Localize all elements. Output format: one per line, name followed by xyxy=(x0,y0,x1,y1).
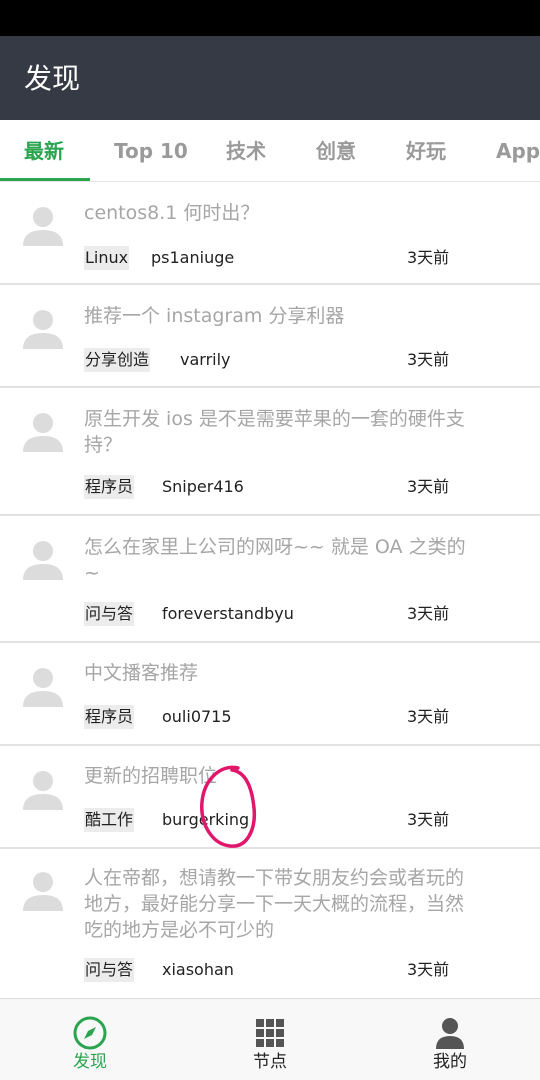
topic-title[interactable]: 推荐一个 instagram 分享利器 xyxy=(84,303,474,329)
topic-meta: 程序员 Sniper416 xyxy=(84,475,384,499)
topic-title[interactable]: 中文播客推荐 xyxy=(84,660,474,686)
tab-fun[interactable]: 好玩 xyxy=(406,120,446,181)
topic-meta: 程序员 ouli0715 xyxy=(84,705,384,729)
node-tag[interactable]: 分享创造 xyxy=(84,348,151,372)
avatar[interactable] xyxy=(18,406,68,456)
topic-meta: 问与答 foreverstandbyu xyxy=(84,602,384,626)
avatar[interactable] xyxy=(18,764,68,814)
list-item[interactable]: 怎么在家里上公司的网呀~~ 就是 OA 之类的~ 问与答 foreverstan… xyxy=(0,516,540,643)
username[interactable]: ps1aniuge xyxy=(151,246,234,270)
avatar[interactable] xyxy=(18,661,68,711)
timestamp: 3天前 xyxy=(407,477,450,496)
nav-label: 我的 xyxy=(433,1052,467,1072)
timestamp: 3天前 xyxy=(407,248,450,267)
topic-title[interactable]: centos8.1 何时出？ xyxy=(84,200,474,226)
tab-creative[interactable]: 创意 xyxy=(316,120,356,181)
node-tag[interactable]: 酷工作 xyxy=(84,808,135,832)
tab-tech[interactable]: 技术 xyxy=(226,120,266,181)
list-item[interactable]: centos8.1 何时出？ Linux ps1aniuge 3天前 xyxy=(0,182,540,285)
topic-list: centos8.1 何时出？ Linux ps1aniuge 3天前 推荐一个 … xyxy=(0,182,540,998)
username[interactable]: varrily xyxy=(180,348,231,372)
node-tag[interactable]: 程序员 xyxy=(84,475,135,499)
avatar-placeholder-icon xyxy=(23,668,63,707)
username[interactable]: ouli0715 xyxy=(162,705,232,729)
nav-label: 发现 xyxy=(73,1052,107,1072)
timestamp: 3天前 xyxy=(407,350,450,369)
tab-top10[interactable]: Top 10 xyxy=(114,120,188,181)
compass-icon xyxy=(73,1016,107,1050)
nav-nodes[interactable]: 节点 xyxy=(180,999,360,1080)
avatar-placeholder-icon xyxy=(23,207,63,246)
node-tag[interactable]: Linux xyxy=(84,246,130,270)
tab-bar: 最新 Top 10 技术 创意 好玩 Apple xyxy=(0,120,540,182)
timestamp: 3天前 xyxy=(407,604,450,623)
avatar[interactable] xyxy=(18,303,68,353)
list-item[interactable]: 原生开发 ios 是不是需要苹果的一套的硬件支持？ 程序员 Sniper416 … xyxy=(0,388,540,516)
nav-profile[interactable]: 我的 xyxy=(360,999,540,1080)
avatar-placeholder-icon xyxy=(23,541,63,580)
avatar-placeholder-icon xyxy=(23,413,63,452)
list-item[interactable]: 推荐一个 instagram 分享利器 分享创造 varrily 3天前 xyxy=(0,285,540,388)
bottom-navigation: 发现 节点 我的 xyxy=(0,998,540,1080)
list-item[interactable]: 中文播客推荐 程序员 ouli0715 3天前 xyxy=(0,643,540,746)
topic-meta: 问与答 xiasohan xyxy=(84,958,384,982)
username[interactable]: xiasohan xyxy=(162,958,234,982)
topic-title[interactable]: 原生开发 ios 是不是需要苹果的一套的硬件支持？ xyxy=(84,406,474,458)
topic-meta: Linux ps1aniuge xyxy=(84,246,384,270)
status-bar xyxy=(0,0,540,36)
timestamp: 3天前 xyxy=(407,707,450,726)
node-tag[interactable]: 程序员 xyxy=(84,705,135,729)
app-bar: 发现 xyxy=(0,36,540,120)
person-icon xyxy=(436,1018,464,1049)
avatar[interactable] xyxy=(18,534,68,584)
username[interactable]: foreverstandbyu xyxy=(162,602,294,626)
topic-title[interactable]: 人在帝都，想请教一下带女朋友约会或者玩的地方，最好能分享一下一天大概的流程，当然… xyxy=(84,865,474,943)
nav-discover[interactable]: 发现 xyxy=(0,999,180,1080)
timestamp: 3天前 xyxy=(407,960,450,979)
nav-label: 节点 xyxy=(253,1052,287,1072)
tab-apple[interactable]: Apple xyxy=(496,120,540,181)
annotation-circle xyxy=(200,765,257,848)
node-tag[interactable]: 问与答 xyxy=(84,958,135,982)
page-title: 发现 xyxy=(24,62,81,95)
list-item[interactable]: 人在帝都，想请教一下带女朋友约会或者玩的地方，最好能分享一下一天大概的流程，当然… xyxy=(0,849,540,998)
avatar[interactable] xyxy=(18,865,68,915)
avatar-placeholder-icon xyxy=(23,310,63,349)
avatar[interactable] xyxy=(18,200,68,250)
avatar-placeholder-icon xyxy=(23,771,63,810)
topic-title[interactable]: 怎么在家里上公司的网呀~~ 就是 OA 之类的~ xyxy=(84,534,474,586)
avatar-placeholder-icon xyxy=(23,872,63,911)
tab-latest[interactable]: 最新 xyxy=(24,120,64,181)
username[interactable]: Sniper416 xyxy=(162,475,244,499)
topic-title[interactable]: 更新的招聘职位 xyxy=(84,763,474,789)
grid-icon xyxy=(256,1019,284,1047)
list-item[interactable]: 更新的招聘职位 酷工作 burgerking 3天前 xyxy=(0,746,540,849)
topic-meta: 分享创造 varrily xyxy=(84,348,384,372)
timestamp: 3天前 xyxy=(407,810,450,829)
node-tag[interactable]: 问与答 xyxy=(84,602,135,626)
